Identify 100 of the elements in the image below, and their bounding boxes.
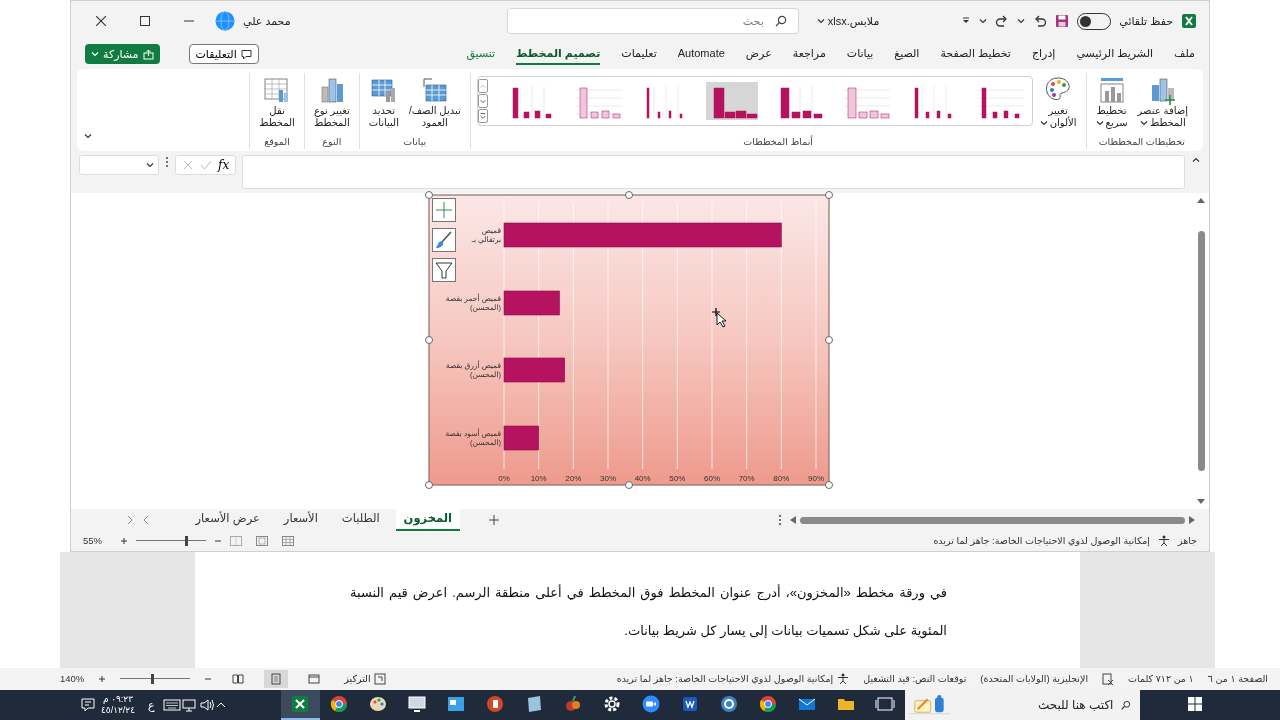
scroll-left-icon[interactable]	[790, 516, 796, 524]
ribbon-tab[interactable]: Automate	[677, 42, 725, 66]
ribbon-command-button[interactable]: تبديل الصف/ العمود	[405, 73, 464, 131]
share-icon	[142, 48, 154, 60]
collapse-ribbon-icon[interactable]	[83, 131, 93, 141]
previous-sheet-icon[interactable]	[125, 515, 134, 525]
accessibility-status: إمكانية الوصول لذوي الاحتياجات الخاصة: جاهز لما تريده	[933, 533, 1150, 548]
ribbon-tab[interactable]: الشريط الرئيسي	[1076, 42, 1154, 66]
search-box[interactable]: اكتب هنا للبحث	[904, 690, 1140, 720]
ribbon-command-button[interactable]: تحديد البيانات	[365, 73, 402, 131]
resize-handle[interactable]	[825, 191, 833, 199]
scroll-up-icon[interactable]	[477, 79, 488, 93]
scrollbar-thumb[interactable]	[800, 516, 1185, 524]
file-name-button[interactable]: ملابس.xlsx	[812, 10, 884, 32]
scrollbar-thumb[interactable]	[1197, 231, 1205, 471]
resize-handle[interactable]	[625, 481, 633, 489]
zoom-out-icon[interactable]	[204, 675, 213, 683]
share-button[interactable]: مشاركة	[85, 43, 160, 65]
ribbon-tab[interactable]: تخطيط الصفحة	[940, 42, 1011, 66]
zoom-in-icon[interactable]	[120, 537, 128, 545]
ribbon-command-button[interactable]: تخطيط سريع	[1092, 73, 1131, 131]
show-hidden-icons[interactable]	[214, 700, 227, 710]
minimize-icon	[184, 20, 194, 22]
video-call-icon	[641, 694, 662, 714]
comment-icon	[240, 48, 252, 60]
search-icon	[774, 15, 787, 27]
resize-handle[interactable]	[825, 481, 833, 489]
scroll-right-icon[interactable]	[1189, 516, 1195, 524]
ribbon-command-button[interactable]: تغيير الألوان	[1036, 73, 1080, 131]
proofing-icon	[1102, 673, 1115, 685]
scroll-down-icon[interactable]	[1197, 499, 1205, 505]
palette-icon	[368, 694, 389, 714]
keyboard-icon[interactable]	[162, 699, 181, 711]
undo-icon[interactable]	[1033, 14, 1048, 28]
zoom-out-icon[interactable]	[214, 537, 222, 545]
chart-styles-button[interactable]	[432, 228, 456, 252]
chart-elements-button[interactable]	[432, 198, 456, 222]
read-mode-icon	[232, 673, 245, 685]
ribbon-tab[interactable]: إدراج	[1031, 42, 1056, 66]
maximize-icon	[140, 16, 150, 26]
page-layout-icon[interactable]	[256, 536, 268, 546]
more-options-icon[interactable]	[778, 514, 782, 526]
volume-icon[interactable]	[198, 698, 215, 712]
input-language[interactable]: ع	[148, 696, 155, 714]
normal-view-icon[interactable]	[282, 536, 294, 546]
scroll-up-icon[interactable]	[1197, 197, 1205, 203]
zoom-in-icon[interactable]	[98, 675, 107, 683]
autosave-label: حفظ تلقائي	[1119, 13, 1173, 30]
ribbon-tab[interactable]: بيانات	[846, 42, 874, 66]
ribbon-tab[interactable]: ملف	[1174, 42, 1195, 66]
sheet-tab[interactable]: الأسعار	[275, 509, 326, 531]
zoom-level[interactable]: 55%	[83, 533, 102, 549]
customize-icon[interactable]	[961, 16, 972, 26]
word-count: ١ من ٧١٢ كلمات	[1128, 671, 1194, 686]
sheet-tab[interactable]: الطلبات	[333, 509, 388, 531]
zoom-level[interactable]: 140%	[60, 671, 85, 687]
more-icon[interactable]	[477, 109, 488, 123]
expand-icon[interactable]	[1191, 155, 1201, 165]
scroll-down-icon[interactable]	[477, 94, 488, 108]
page-count: الصفحة ١ من ٦	[1207, 671, 1268, 686]
insert-function-button[interactable]: fx	[218, 156, 230, 174]
axis-label: 30%	[600, 474, 616, 483]
sheet-tab[interactable]: المخزون	[395, 509, 460, 531]
brush-icon	[434, 230, 454, 250]
ribbon-tab[interactable]: تصميم المخطط	[516, 42, 601, 66]
bar	[503, 425, 539, 451]
network-icon[interactable]	[180, 698, 199, 712]
clock-time: ٠٩:٢٣ م	[103, 694, 133, 705]
ribbon-command-button[interactable]: نقل المخطط	[256, 73, 298, 131]
taskbar-app-button[interactable]	[280, 690, 320, 720]
ribbon-tab[interactable]: تنسيق	[466, 42, 496, 66]
ribbon-command-button[interactable]: إضافة عنصر المخطط	[1134, 73, 1191, 131]
focus-button[interactable]: التركيز	[340, 669, 390, 689]
chart-style-thumbnail[interactable]	[705, 82, 758, 120]
resize-handle[interactable]	[425, 336, 433, 344]
search-field[interactable]: بحث	[506, 8, 799, 34]
ribbon-tab[interactable]: تعليمات	[621, 42, 657, 66]
comments-button[interactable]: التعليقات	[188, 43, 259, 65]
ribbon-tab[interactable]: عرض	[745, 42, 772, 66]
monitor-icon	[407, 694, 428, 714]
add-sheet-icon[interactable]	[488, 514, 500, 526]
plus-icon	[434, 200, 454, 220]
sheet-tab[interactable]: عرض الأسعار	[187, 509, 268, 531]
formula-input-field[interactable]	[242, 155, 1185, 189]
resize-handle[interactable]	[625, 191, 633, 199]
axis-label: 80%	[773, 474, 790, 483]
notification-icon[interactable]	[80, 697, 96, 713]
search-field[interactable]: اكتب هنا للبحث	[956, 695, 1116, 715]
chart-filters-button[interactable]	[432, 258, 456, 282]
accessibility-status: إمكانية الوصول لذوي الاحتياجات الخاصة: جاهز لما تريده	[616, 671, 834, 687]
ribbon-command-button[interactable]: تغيير نوع المخطط	[310, 73, 353, 131]
resize-handle[interactable]	[425, 481, 433, 489]
ribbon-tab[interactable]: الصيغ	[894, 42, 920, 66]
ribbon-tab[interactable]: مراجعة	[792, 42, 826, 66]
next-sheet-icon[interactable]	[141, 515, 150, 525]
language-status: الإنجليزية (الولايات المتحدة)	[980, 671, 1089, 687]
resize-handle[interactable]	[425, 191, 433, 199]
save-icon[interactable]	[1055, 14, 1070, 28]
search-icon	[1121, 698, 1132, 712]
resize-handle[interactable]	[825, 336, 833, 344]
